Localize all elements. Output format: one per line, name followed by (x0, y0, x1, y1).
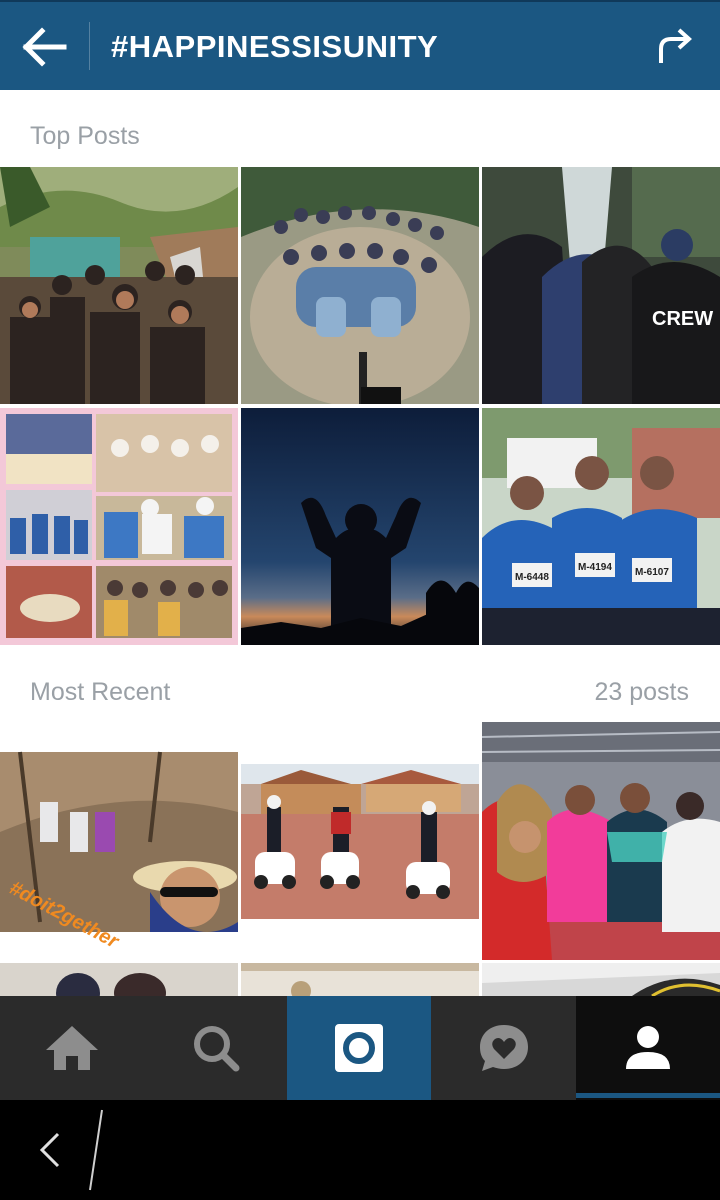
back-button[interactable] (18, 24, 72, 70)
top-post-3[interactable]: CREW (482, 167, 720, 404)
crew-shirt-text: CREW (652, 308, 713, 330)
top-post-6[interactable]: M-6448 M-4194 M-6107 (482, 408, 720, 645)
nav-search[interactable] (144, 996, 288, 1100)
profile-icon (626, 1026, 670, 1069)
system-divider (89, 1109, 103, 1191)
bib-number-3: M-6107 (635, 567, 669, 578)
home-icon (46, 1026, 98, 1070)
camera-icon (335, 1024, 383, 1072)
app-header: #HAPPINESSISUNITY (0, 0, 720, 90)
share-button[interactable] (650, 24, 700, 70)
post-count: 23 posts (594, 678, 689, 706)
nav-home[interactable] (0, 996, 144, 1100)
share-arrow-icon (659, 28, 692, 63)
page-title: #HAPPINESSISUNITY (111, 29, 439, 64)
top-post-4[interactable] (0, 408, 238, 645)
top-post-1[interactable] (0, 167, 238, 404)
chevron-left-icon[interactable] (38, 1132, 62, 1168)
system-navigation-bar (0, 1100, 720, 1200)
header-divider (89, 22, 90, 70)
recent-post-2[interactable] (241, 722, 479, 960)
bib-number-2: M-4194 (578, 562, 612, 573)
recent-post-6[interactable] (482, 963, 720, 996)
nav-profile[interactable] (576, 996, 720, 1100)
search-icon (194, 1026, 240, 1072)
arrow-left-icon (22, 27, 67, 67)
top-post-2[interactable] (241, 167, 479, 404)
recent-post-5[interactable] (241, 963, 479, 996)
recent-post-1[interactable]: #doit2gether (0, 722, 238, 960)
activity-heart-icon (479, 1025, 528, 1071)
bib-number-1: M-6448 (515, 572, 549, 583)
active-tab-indicator (576, 1093, 720, 1098)
top-posts-label: Top Posts (30, 122, 140, 150)
nav-activity[interactable] (431, 996, 576, 1100)
bottom-navigation (0, 996, 720, 1100)
nav-camera[interactable] (287, 996, 431, 1100)
most-recent-label: Most Recent (30, 678, 171, 706)
top-post-5[interactable] (241, 408, 479, 645)
recent-post-3[interactable] (482, 722, 720, 960)
recent-post-4[interactable] (0, 963, 238, 996)
